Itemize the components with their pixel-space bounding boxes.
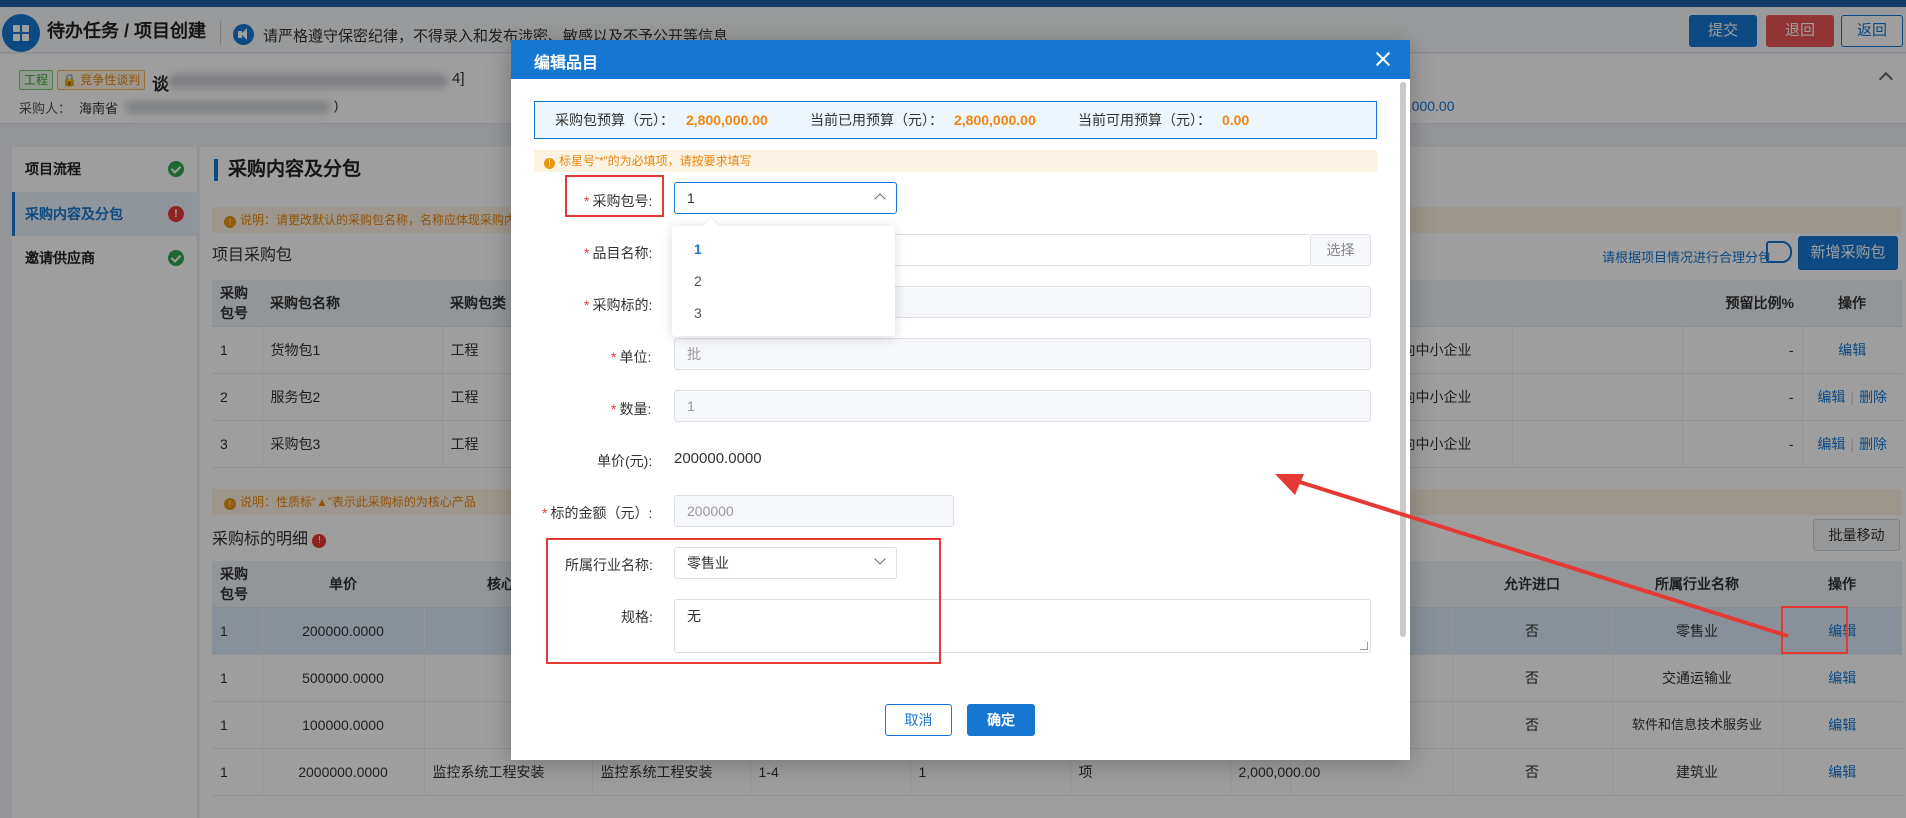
arrow-shaft: [1286, 476, 1789, 638]
arrow-head: [1275, 474, 1304, 495]
annotation-arrow: [1275, 474, 1789, 638]
